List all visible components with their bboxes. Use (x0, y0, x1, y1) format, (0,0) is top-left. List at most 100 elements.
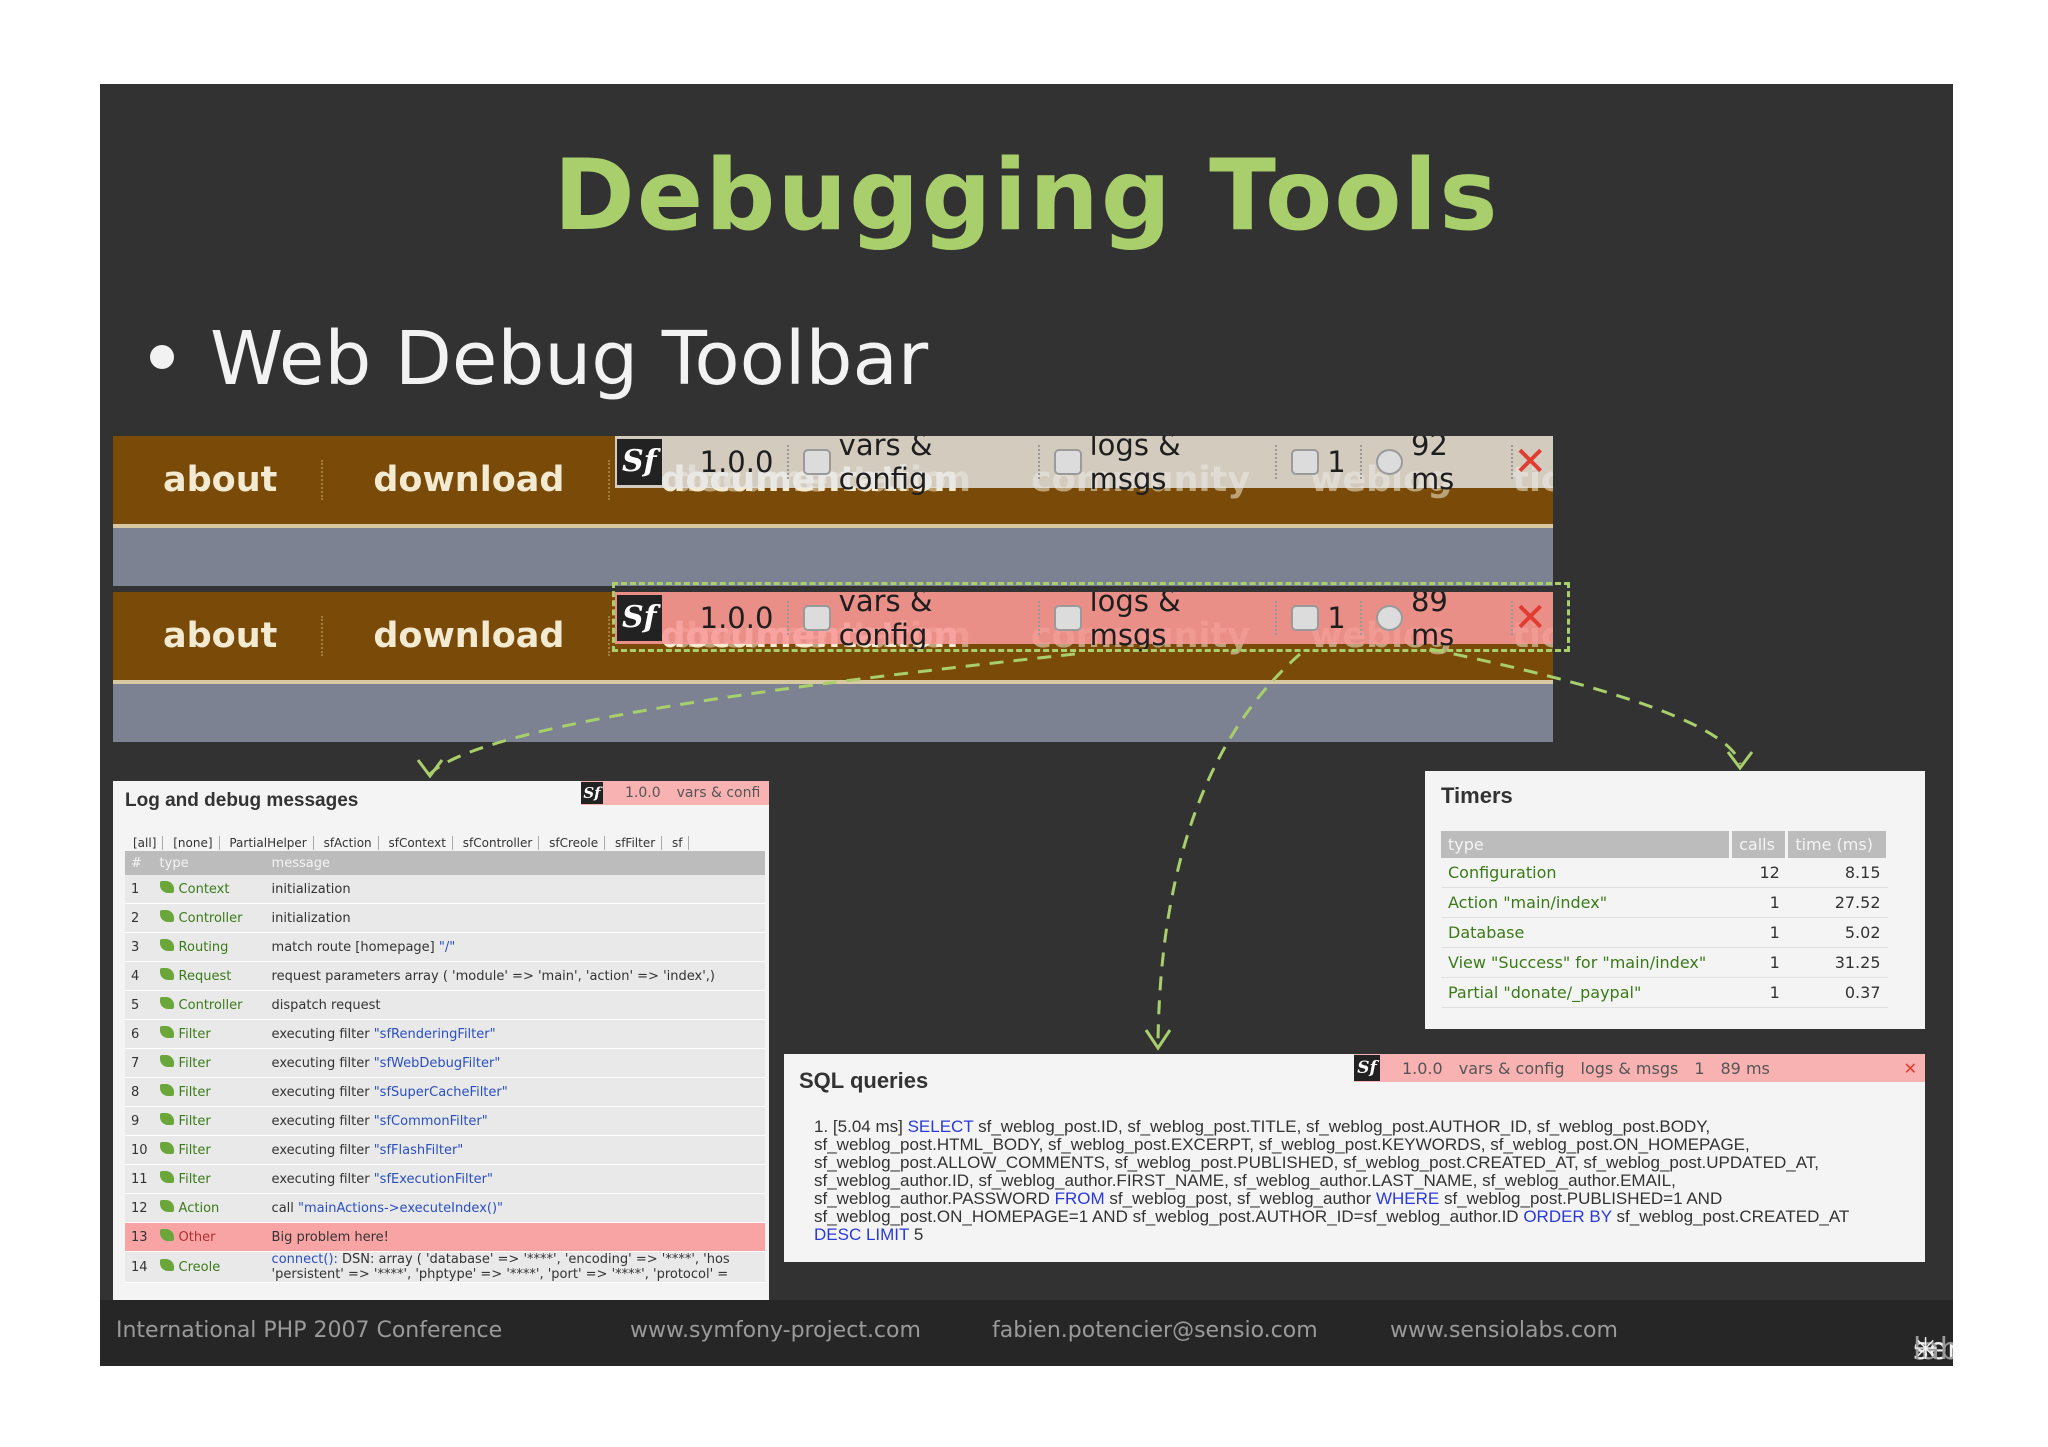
row-number: 13 (125, 1222, 154, 1252)
row-type-label: Filter (178, 1085, 211, 1100)
log-mini-toolbar: Sf 1.0.0 vars & confi (581, 781, 769, 805)
table-row: 2 Controller initialization (125, 903, 765, 933)
row-type-label: Filter (178, 1114, 211, 1129)
timer-calls: 1 (1730, 977, 1787, 1008)
symfony-logo[interactable]: Sf (1354, 1055, 1380, 1081)
row-type[interactable]: Filter (153, 1077, 266, 1107)
footer-site[interactable]: www.symfony-project.com (630, 1318, 921, 1343)
mini-version: 1.0.0 (625, 785, 661, 801)
row-type[interactable]: Request (153, 961, 266, 991)
row-number: 2 (125, 903, 154, 933)
row-type-label: Creole (178, 1260, 221, 1275)
row-type[interactable]: Controller (153, 903, 266, 933)
row-number: 5 (125, 990, 154, 1020)
leaf-icon (159, 939, 174, 951)
timer-type: Database (1441, 917, 1731, 948)
row-number: 14 (125, 1251, 154, 1283)
filter-more[interactable]: sf (665, 836, 690, 850)
row-type-label: Filter (178, 1027, 211, 1042)
log-panel: Log and debug messages Sf 1.0.0 vars & c… (113, 781, 769, 1301)
row-message-text: executing filter (271, 1026, 374, 1042)
footer-email[interactable]: fabien.potencier@sensio.com (992, 1318, 1318, 1343)
mini-logs-msgs[interactable]: logs & msgs (1573, 1059, 1687, 1078)
timer-calls: 1 (1730, 917, 1787, 948)
symfony-logo[interactable]: Sf (581, 782, 603, 804)
row-type[interactable]: Filter (153, 1135, 266, 1165)
timer-time: 8.15 (1786, 858, 1888, 888)
row-type[interactable]: Filter (153, 1019, 266, 1049)
mini-vars-config[interactable]: vars & confi (669, 785, 769, 801)
row-message-text: executing filter (271, 1142, 374, 1158)
row-message-text: DSN: array ( 'database' => '****', 'enco… (271, 1252, 730, 1282)
row-message-highlight: "sfSuperCacheFilter" (373, 1084, 508, 1100)
row-type[interactable]: Other (153, 1222, 266, 1252)
row-type-label: Routing (178, 940, 229, 955)
timer-type: Action "main/index" (1441, 887, 1731, 918)
row-type-label: Context (178, 882, 230, 897)
mini-vars-config[interactable]: vars & config (1451, 1059, 1573, 1078)
footer-company-site[interactable]: www.sensiolabs.com (1390, 1318, 1618, 1343)
mini-version: 1.0.0 (1402, 1058, 1443, 1078)
mini-db-count[interactable]: 1 (1686, 1059, 1712, 1078)
row-type[interactable]: Creole (153, 1251, 266, 1283)
timer-time: 0.37 (1786, 977, 1888, 1008)
leaf-icon (159, 968, 174, 980)
row-message-highlight: "sfWebDebugFilter" (373, 1055, 501, 1071)
row-number: 10 (125, 1135, 154, 1165)
row-message-text: request parameters array ( 'module' => '… (271, 968, 715, 984)
row-type-label: Other (178, 1230, 216, 1245)
slide: Debugging Tools Web Debug Toolbar about … (100, 84, 1953, 1366)
star-icon: ✳ (1913, 1332, 1939, 1366)
row-message: executing filter "sfRenderingFilter" (265, 1019, 765, 1049)
row-message: initialization (265, 875, 765, 904)
filter-sffilter[interactable]: sfFilter (608, 836, 663, 850)
row-message: dispatch request (265, 990, 765, 1020)
query-number: 1. (814, 1117, 829, 1136)
row-type[interactable]: Action (153, 1193, 266, 1223)
close-icon[interactable]: ✕ (1896, 1059, 1925, 1078)
table-row: Action "main/index" 1 27.52 (1441, 887, 1888, 918)
leaf-icon (159, 1229, 174, 1241)
filter-partialhelper[interactable]: PartialHelper (223, 836, 314, 850)
table-row: Partial "donate/_paypal" 1 0.37 (1441, 977, 1888, 1008)
row-number: 11 (125, 1164, 154, 1194)
row-type-label: Controller (178, 911, 243, 926)
row-type[interactable]: Context (153, 875, 266, 904)
mini-time[interactable]: 89 ms (1713, 1059, 1778, 1078)
leaf-icon (159, 997, 174, 1009)
log-filter-bar: [all] [none] PartialHelper sfAction sfCo… (127, 836, 690, 850)
timer-time: 27.52 (1786, 887, 1888, 918)
kw-select: SELECT (907, 1117, 974, 1136)
filter-sfcontext[interactable]: sfContext (382, 836, 453, 850)
timer-time: 31.25 (1786, 947, 1888, 978)
row-type[interactable]: Filter (153, 1048, 266, 1078)
leaf-icon (159, 1084, 174, 1096)
log-panel-title: Log and debug messages (125, 790, 359, 811)
row-number: 12 (125, 1193, 154, 1223)
table-row: 4 Request request parameters array ( 'modu… (125, 961, 765, 991)
timers-title: Timers (1441, 783, 1513, 808)
filter-sfcreole[interactable]: sfCreole (543, 836, 606, 850)
row-message-text: Big problem here! (271, 1229, 389, 1245)
timer-type: Configuration (1441, 858, 1731, 888)
filter-sfcontroller[interactable]: sfController (456, 836, 540, 850)
row-message-text: call (271, 1200, 299, 1216)
filter-sfaction[interactable]: sfAction (317, 836, 379, 850)
row-type[interactable]: Routing (153, 932, 266, 962)
col-type: type (153, 851, 266, 875)
row-number: 7 (125, 1048, 154, 1078)
row-type-label: Filter (178, 1143, 211, 1158)
filter-all[interactable]: [all] (127, 836, 164, 850)
row-message: request parameters array ( 'module' => '… (265, 961, 765, 991)
filter-none[interactable]: [none] (167, 836, 220, 850)
row-message-highlight: "mainActions->executeIndex()" (298, 1200, 504, 1216)
leaf-icon (159, 1200, 174, 1212)
row-message: initialization (265, 903, 765, 933)
row-message-text: dispatch request (271, 997, 381, 1013)
row-message: call "mainActions->executeIndex()" (265, 1193, 765, 1223)
row-type-label: Action (178, 1201, 220, 1216)
row-type[interactable]: Filter (153, 1164, 266, 1194)
row-type[interactable]: Filter (153, 1106, 266, 1136)
row-type[interactable]: Controller (153, 990, 266, 1020)
row-message-highlight: "sfRenderingFilter" (373, 1026, 496, 1042)
